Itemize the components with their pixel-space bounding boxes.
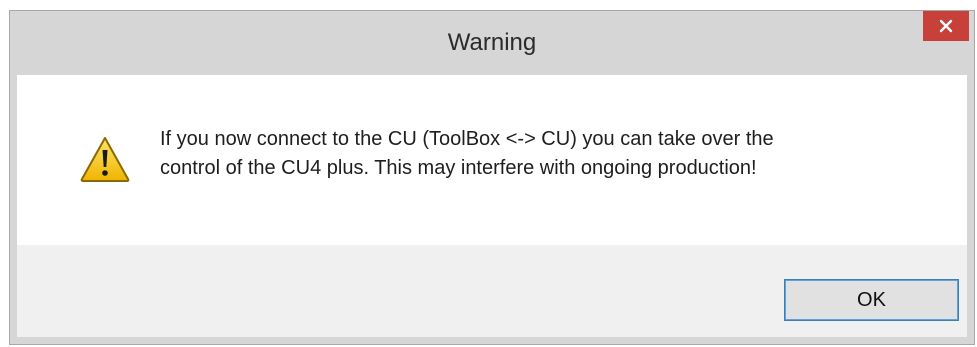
message-line-2: control of the CU4 plus. This may interf… — [160, 157, 757, 179]
title-bar[interactable]: Warning — [10, 11, 974, 75]
dialog-body: If you now connect to the CU (ToolBox <-… — [17, 75, 967, 337]
close-button[interactable] — [923, 11, 969, 41]
warning-message: If you now connect to the CU (ToolBox <-… — [160, 125, 950, 183]
ok-button[interactable]: OK — [784, 279, 959, 321]
dialog-title: Warning — [447, 29, 537, 56]
message-area: If you now connect to the CU (ToolBox <-… — [17, 75, 967, 245]
close-icon — [939, 19, 953, 33]
warning-dialog: Warning If you now connect to the CU (To… — [9, 10, 975, 345]
message-line-1: If you now connect to the CU (ToolBox <-… — [160, 128, 774, 150]
warning-icon — [79, 135, 131, 183]
